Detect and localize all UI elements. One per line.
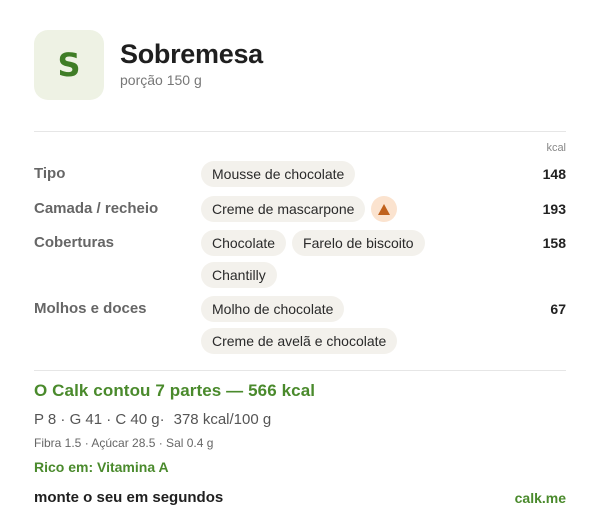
row-label: Molhos e doces <box>34 300 147 317</box>
row-label: Coberturas <box>34 234 115 251</box>
summary-headline: O Calk contou 7 partes — 566 kcal <box>34 381 316 400</box>
page-title: Sobremesa <box>120 39 263 69</box>
macros-line: P 8 · G 41 · C 40 g · 378 kcal/100 g <box>34 411 272 428</box>
rich-in-line: Rico em: Vitamina A <box>34 459 169 475</box>
ingredient-chip[interactable]: Chantilly <box>201 262 277 288</box>
warning-triangle-icon[interactable] <box>371 196 398 222</box>
portion-size: porção 150 g <box>120 72 202 88</box>
footer-cta[interactable]: monte o seu em segundos <box>34 489 223 506</box>
ingredient-chip[interactable]: Creme de avelã e chocolate <box>201 328 398 354</box>
chip-group: Creme de mascarpone <box>201 196 491 222</box>
ingredient-chip[interactable]: Mousse de chocolate <box>201 161 356 187</box>
kcal-column-header: kcal <box>546 142 566 154</box>
row-kcal: 148 <box>542 166 566 182</box>
row-label: Camada / recheio <box>34 200 159 217</box>
micronutrients-line: Fibra 1.5 · Açúcar 28.5 · Sal 0.4 g <box>34 436 214 450</box>
divider-top <box>34 131 566 132</box>
row-label: Tipo <box>34 165 66 182</box>
ingredient-chip[interactable]: Molho de chocolate <box>201 296 345 322</box>
divider-bottom <box>34 370 566 371</box>
row-kcal: 158 <box>542 235 566 251</box>
header-titles: Sobremesa porção 150 g <box>120 38 263 88</box>
ingredient-chip[interactable]: Farelo de biscoito <box>292 230 425 256</box>
nutrition-card: S Sobremesa porção 150 g kcal Tipo Mouss… <box>0 0 600 521</box>
ingredient-chip[interactable]: Creme de mascarpone <box>201 196 366 222</box>
row-kcal: 67 <box>550 301 566 317</box>
chip-group: Mousse de chocolate <box>201 161 491 187</box>
chip-group: Chocolate Farelo de biscoito Chantilly <box>201 230 491 288</box>
ingredient-chip[interactable]: Chocolate <box>201 230 287 256</box>
energy-density: 378 kcal/100 g <box>173 411 272 428</box>
brand-link[interactable]: calk.me <box>515 490 566 506</box>
chip-group: Molho de chocolate Creme de avelã e choc… <box>201 296 491 354</box>
row-kcal: 193 <box>542 201 566 217</box>
macros-main: P 8 · G 41 · C 40 g <box>34 411 160 428</box>
card-header: S Sobremesa porção 150 g <box>34 30 263 100</box>
avatar: S <box>34 30 104 100</box>
avatar-letter: S <box>57 46 81 84</box>
